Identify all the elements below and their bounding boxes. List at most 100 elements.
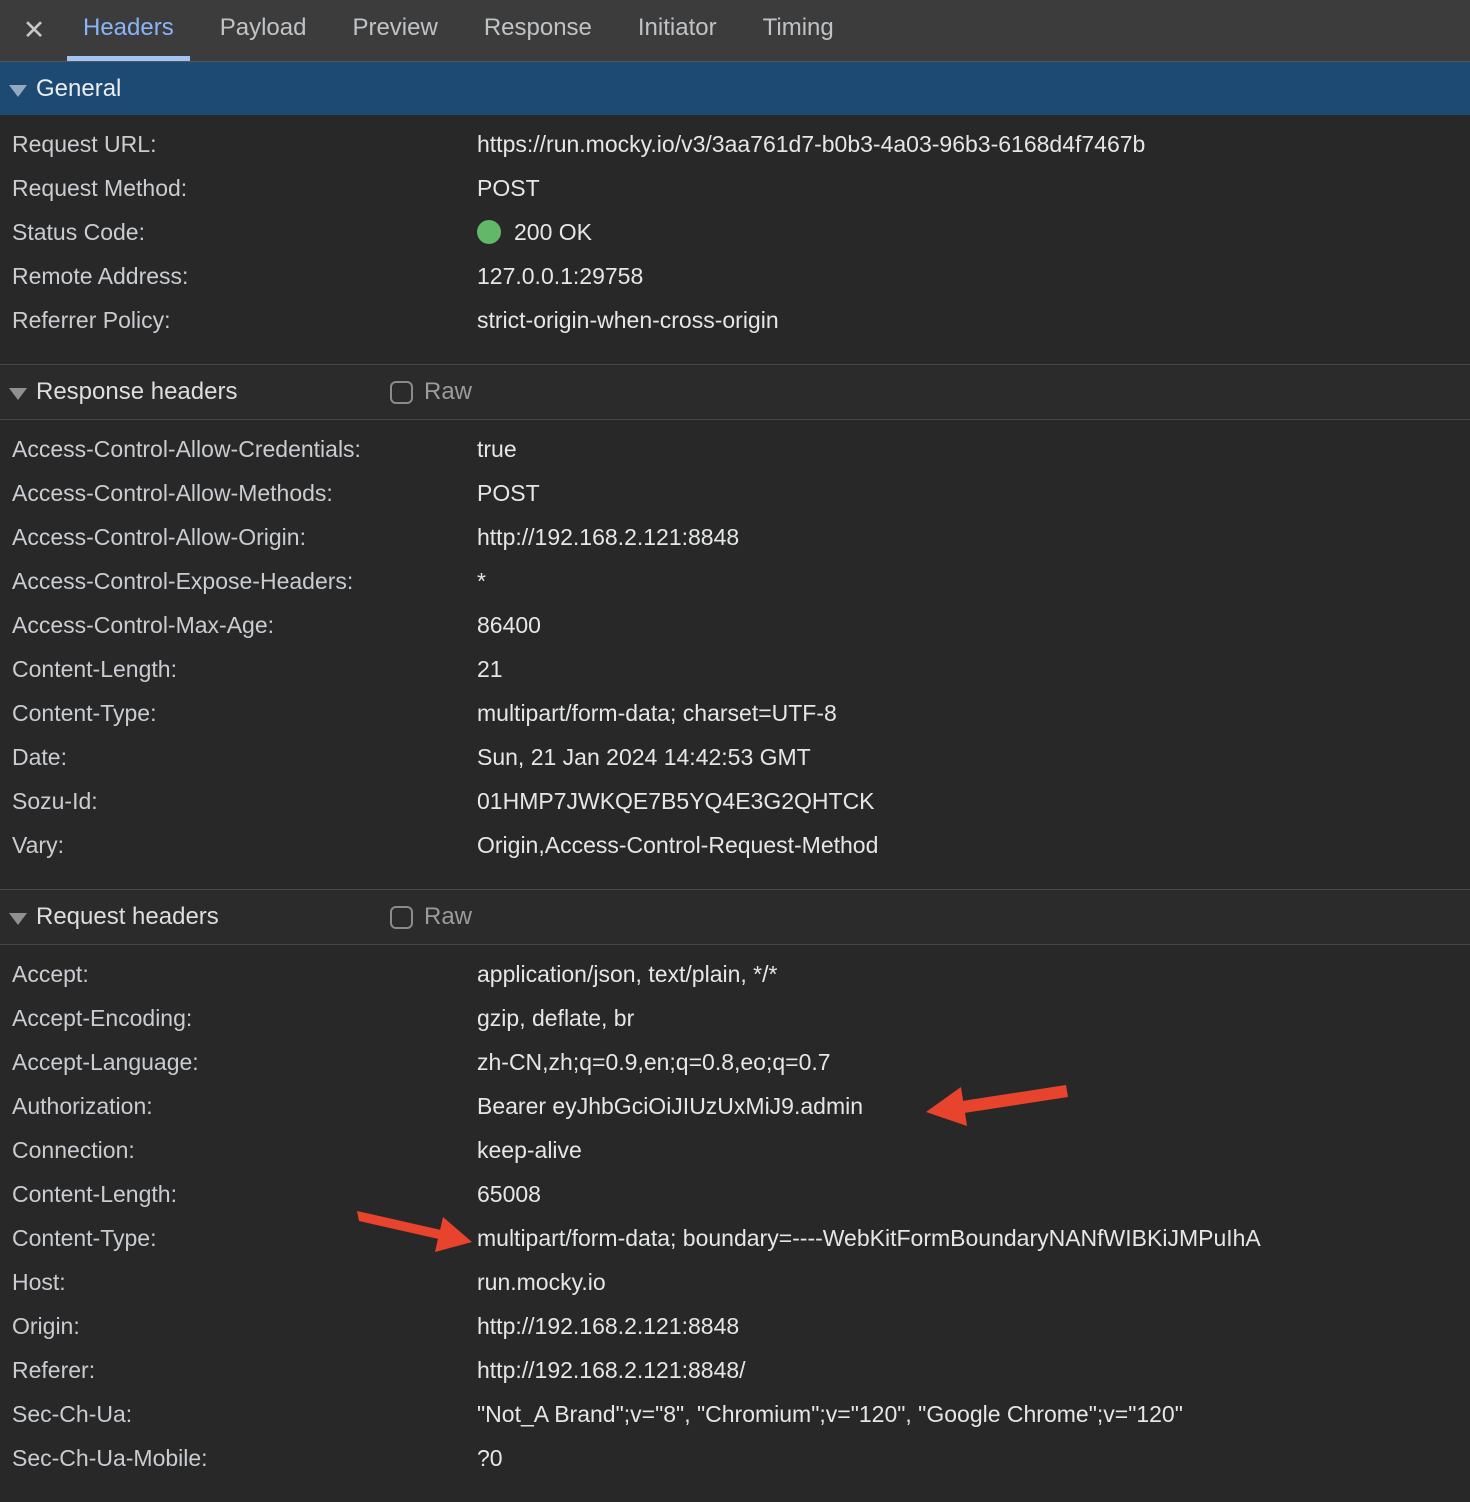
header-row: Host: run.mocky.io xyxy=(0,1260,1470,1304)
header-row: Access-Control-Expose-Headers: * xyxy=(0,559,1470,603)
tab-preview[interactable]: Preview xyxy=(336,0,453,61)
header-value: POST xyxy=(477,175,540,202)
section-general-title: General xyxy=(36,75,121,103)
header-name: Access-Control-Allow-Methods: xyxy=(12,480,477,507)
tab-timing[interactable]: Timing xyxy=(747,0,850,61)
header-name: Vary: xyxy=(12,832,477,859)
section-request-headers-header[interactable]: Request headers Raw xyxy=(0,889,1470,945)
disclosure-triangle-icon xyxy=(9,85,27,97)
header-value: 86400 xyxy=(477,612,541,639)
header-name: Host: xyxy=(12,1269,477,1296)
header-row: Content-Length: 65008 xyxy=(0,1172,1470,1216)
header-name: Accept-Encoding: xyxy=(12,1005,477,1032)
raw-checkbox[interactable] xyxy=(390,381,413,404)
close-icon: ✕ xyxy=(23,15,46,46)
header-value: "Not_A Brand";v="8", "Chromium";v="120",… xyxy=(477,1401,1183,1428)
header-value: multipart/form-data; charset=UTF-8 xyxy=(477,700,837,727)
header-name: Content-Type: xyxy=(12,1225,477,1252)
header-row: Sozu-Id: 01HMP7JWKQE7B5YQ4E3G2QHTCK xyxy=(0,779,1470,823)
header-name: Authorization: xyxy=(12,1093,477,1120)
header-row: Vary: Origin,Access-Control-Request-Meth… xyxy=(0,823,1470,867)
header-name: Access-Control-Expose-Headers: xyxy=(12,568,477,595)
tab-timing-label: Timing xyxy=(763,14,834,42)
header-row: Request Method: POST xyxy=(0,166,1470,210)
header-value: zh-CN,zh;q=0.9,en;q=0.8,eo;q=0.7 xyxy=(477,1049,831,1076)
tab-response-label: Response xyxy=(484,14,592,42)
header-value: Bearer eyJhbGciOiJIUzUxMiJ9.admin xyxy=(477,1093,863,1120)
header-value: https://run.mocky.io/v3/3aa761d7-b0b3-4a… xyxy=(477,131,1145,158)
header-row: Origin: http://192.168.2.121:8848 xyxy=(0,1304,1470,1348)
header-name: Date: xyxy=(12,744,477,771)
header-name: Accept: xyxy=(12,961,477,988)
header-value: http://192.168.2.121:8848 xyxy=(477,524,739,551)
header-name: Status Code: xyxy=(12,219,477,246)
header-value: Sun, 21 Jan 2024 14:42:53 GMT xyxy=(477,744,811,771)
header-row: Content-Type: multipart/form-data; bound… xyxy=(0,1216,1470,1260)
disclosure-triangle-icon xyxy=(9,913,27,925)
header-row: Content-Type: multipart/form-data; chars… xyxy=(0,691,1470,735)
tab-headers[interactable]: Headers xyxy=(67,0,190,61)
header-name: Remote Address: xyxy=(12,263,477,290)
header-value: http://192.168.2.121:8848/ xyxy=(477,1357,746,1384)
header-name: Sec-Ch-Ua-Mobile: xyxy=(12,1445,477,1472)
header-row: Referer: http://192.168.2.121:8848/ xyxy=(0,1348,1470,1392)
header-row: Sec-Ch-Ua: "Not_A Brand";v="8", "Chromiu… xyxy=(0,1392,1470,1436)
header-value: Origin,Access-Control-Request-Method xyxy=(477,832,878,859)
section-response-headers-header[interactable]: Response headers Raw xyxy=(0,364,1470,420)
raw-checkbox-label: Raw xyxy=(424,903,472,931)
section-request-headers-title: Request headers xyxy=(36,903,219,931)
raw-checkbox-label: Raw xyxy=(424,378,472,406)
header-row: Access-Control-Max-Age: 86400 xyxy=(0,603,1470,647)
header-name: Request Method: xyxy=(12,175,477,202)
section-response-headers-title: Response headers xyxy=(36,378,237,406)
header-value: ?0 xyxy=(477,1445,503,1472)
raw-checkbox[interactable] xyxy=(390,906,413,929)
header-value: run.mocky.io xyxy=(477,1269,606,1296)
header-name: Sozu-Id: xyxy=(12,788,477,815)
tab-response[interactable]: Response xyxy=(468,0,608,61)
header-name: Referer: xyxy=(12,1357,477,1384)
status-dot-icon xyxy=(477,220,501,244)
header-row: Sec-Ch-Ua-Mobile: ?0 xyxy=(0,1436,1470,1480)
header-name: Connection: xyxy=(12,1137,477,1164)
close-button[interactable]: ✕ xyxy=(8,0,60,61)
header-name: Accept-Language: xyxy=(12,1049,477,1076)
header-name: Request URL: xyxy=(12,131,477,158)
header-name: Content-Type: xyxy=(12,700,477,727)
header-value: 200 OK xyxy=(514,219,592,246)
header-row: Accept-Language: zh-CN,zh;q=0.9,en;q=0.8… xyxy=(0,1040,1470,1084)
header-value: true xyxy=(477,436,517,463)
header-name: Sec-Ch-Ua: xyxy=(12,1401,477,1428)
header-name: Access-Control-Max-Age: xyxy=(12,612,477,639)
header-name: Content-Length: xyxy=(12,656,477,683)
header-row: Status Code: 200 OK xyxy=(0,210,1470,254)
header-value: gzip, deflate, br xyxy=(477,1005,634,1032)
header-name: Referrer Policy: xyxy=(12,307,477,334)
header-value: multipart/form-data; boundary=----WebKit… xyxy=(477,1225,1261,1252)
disclosure-triangle-icon xyxy=(9,388,27,400)
tab-initiator[interactable]: Initiator xyxy=(622,0,733,61)
header-row: Content-Length: 21 xyxy=(0,647,1470,691)
header-value: strict-origin-when-cross-origin xyxy=(477,307,779,334)
header-row: Accept-Encoding: gzip, deflate, br xyxy=(0,996,1470,1040)
header-value: 21 xyxy=(477,656,503,683)
header-value: http://192.168.2.121:8848 xyxy=(477,1313,739,1340)
header-value: 01HMP7JWKQE7B5YQ4E3G2QHTCK xyxy=(477,788,875,815)
header-row: Referrer Policy: strict-origin-when-cros… xyxy=(0,298,1470,342)
header-row: Authorization: Bearer eyJhbGciOiJIUzUxMi… xyxy=(0,1084,1470,1128)
header-name: Access-Control-Allow-Origin: xyxy=(12,524,477,551)
tab-payload-label: Payload xyxy=(220,14,307,42)
header-value: application/json, text/plain, */* xyxy=(477,961,777,988)
tab-payload[interactable]: Payload xyxy=(204,0,323,61)
header-value: keep-alive xyxy=(477,1137,582,1164)
response-headers-rows: Access-Control-Allow-Credentials: true A… xyxy=(0,420,1470,889)
header-row: Connection: keep-alive xyxy=(0,1128,1470,1172)
header-name: Origin: xyxy=(12,1313,477,1340)
header-value: POST xyxy=(477,480,540,507)
header-row: Access-Control-Allow-Methods: POST xyxy=(0,471,1470,515)
header-row: Access-Control-Allow-Origin: http://192.… xyxy=(0,515,1470,559)
header-name: Content-Length: xyxy=(12,1181,477,1208)
section-general-header[interactable]: General xyxy=(0,62,1470,115)
header-value: 127.0.0.1:29758 xyxy=(477,263,643,290)
header-value: * xyxy=(477,568,486,595)
